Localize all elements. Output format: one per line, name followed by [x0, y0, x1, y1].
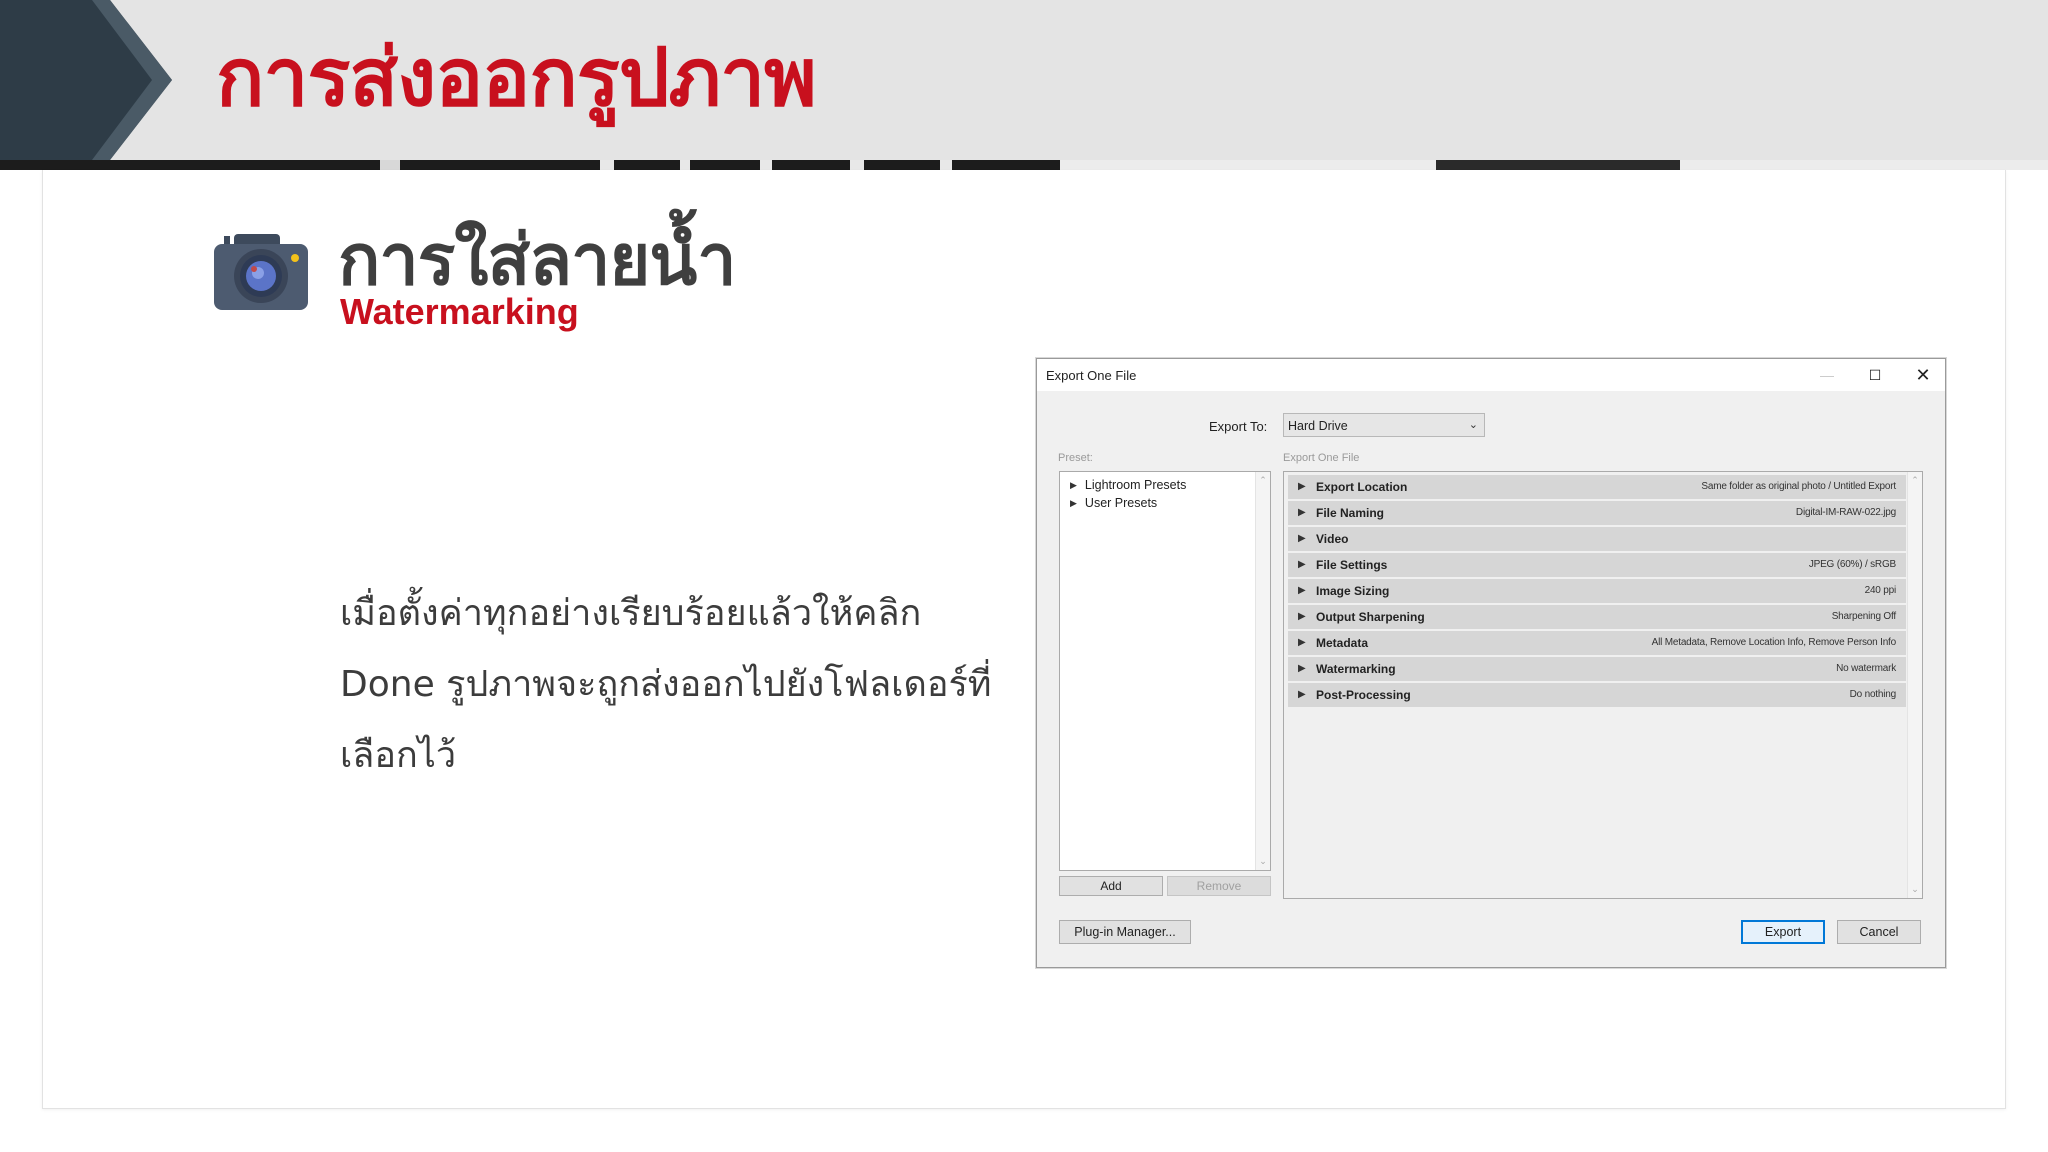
expand-triangle-icon: ▶: [1298, 689, 1306, 700]
section-name: Post-Processing: [1316, 688, 1411, 702]
header-chevron-shape: [0, 0, 172, 160]
preset-label: Preset:: [1058, 452, 1093, 464]
section-name: Output Sharpening: [1316, 610, 1425, 624]
scroll-down-icon[interactable]: ⌄: [1908, 884, 1922, 895]
export-file-label: Export One File: [1283, 452, 1360, 464]
expand-triangle-icon: ▶: [1070, 497, 1077, 508]
preset-item-lightroom[interactable]: ▶ Lightroom Presets: [1070, 478, 1186, 492]
section-post-processing[interactable]: ▶ Post-Processing Do nothing: [1288, 683, 1906, 709]
preset-item-label: Lightroom Presets: [1084, 478, 1187, 492]
sections-scrollbar[interactable]: ⌃ ⌄: [1907, 472, 1922, 898]
section-video[interactable]: ▶ Video: [1288, 527, 1906, 553]
section-summary: JPEG (60%) / sRGB: [1808, 559, 1896, 570]
section-summary: 240 ppi: [1864, 585, 1897, 596]
chevron-down-icon: ⌄: [1468, 419, 1478, 431]
slide-header: การส่งออกรูปภาพ: [0, 0, 2048, 160]
export-sections-panel: ▶ Export Location Same folder as origina…: [1283, 471, 1923, 899]
section-title: การใส่ลายน้ำ: [338, 219, 737, 301]
export-dialog: Export One File — ☐ ✕ Export To: Hard Dr…: [1036, 358, 1946, 968]
section-summary: Same folder as original photo / Untitled…: [1701, 481, 1896, 492]
add-preset-button[interactable]: Add: [1059, 876, 1163, 896]
expand-triangle-icon: ▶: [1298, 481, 1306, 492]
section-file-naming[interactable]: ▶ File Naming Digital-IM-RAW-022.jpg: [1288, 501, 1906, 527]
instruction-line: เมื่อตั้งค่าทุกอย่างเรียบร้อยแล้วให้คลิก: [340, 593, 922, 634]
preset-list[interactable]: ▶ Lightroom Presets ▶ User Presets ⌃ ⌄: [1059, 471, 1271, 871]
section-watermarking[interactable]: ▶ Watermarking No watermark: [1288, 657, 1906, 683]
expand-triangle-icon: ▶: [1298, 533, 1306, 544]
scroll-up-icon[interactable]: ⌃: [1256, 475, 1270, 486]
section-name: Metadata: [1316, 636, 1369, 650]
export-to-label: Export To:: [1209, 419, 1268, 434]
camera-icon: [214, 234, 308, 310]
instruction-text: เมื่อตั้งค่าทุกอย่างเรียบร้อยแล้วให้คลิก…: [340, 578, 992, 791]
section-summary: Digital-IM-RAW-022.jpg: [1795, 507, 1896, 518]
section-summary: No watermark: [1836, 663, 1896, 674]
section-name: Export Location: [1316, 480, 1408, 494]
section-name: Image Sizing: [1316, 584, 1390, 598]
section-summary: All Metadata, Remove Location Info, Remo…: [1651, 637, 1897, 648]
section-name: Video: [1316, 532, 1349, 546]
expand-triangle-icon: ▶: [1298, 507, 1306, 518]
dialog-title: Export One File: [1046, 368, 1137, 383]
remove-preset-button[interactable]: Remove: [1167, 876, 1271, 896]
section-file-settings[interactable]: ▶ File Settings JPEG (60%) / sRGB: [1288, 553, 1906, 579]
section-name: Watermarking: [1316, 662, 1396, 676]
preset-item-user[interactable]: ▶ User Presets: [1070, 496, 1157, 510]
section-image-sizing[interactable]: ▶ Image Sizing 240 ppi: [1288, 579, 1906, 605]
section-summary: Sharpening Off: [1831, 611, 1896, 622]
expand-triangle-icon: ▶: [1298, 611, 1306, 622]
expand-triangle-icon: ▶: [1070, 479, 1077, 490]
scroll-down-icon[interactable]: ⌄: [1256, 856, 1270, 867]
instruction-line: Done รูปภาพจะถูกส่งออกไปยังโฟลเดอร์ที่: [340, 664, 992, 705]
section-export-location[interactable]: ▶ Export Location Same folder as origina…: [1288, 475, 1906, 501]
section-metadata[interactable]: ▶ Metadata All Metadata, Remove Location…: [1288, 631, 1906, 657]
section-subtitle: Watermarking: [340, 291, 579, 332]
expand-triangle-icon: ▶: [1298, 637, 1306, 648]
maximize-button[interactable]: ☐: [1851, 359, 1899, 391]
section-name: File Settings: [1316, 558, 1388, 572]
section-output-sharpening[interactable]: ▶ Output Sharpening Sharpening Off: [1288, 605, 1906, 631]
expand-triangle-icon: ▶: [1298, 585, 1306, 596]
page-title: การส่งออกรูปภาพ: [216, 31, 817, 124]
dialog-titlebar: Export One File — ☐ ✕: [1037, 359, 1945, 391]
preset-scrollbar[interactable]: ⌃ ⌄: [1255, 472, 1270, 870]
minimize-button[interactable]: —: [1803, 359, 1851, 391]
cancel-button[interactable]: Cancel: [1837, 920, 1921, 944]
header-photo-strip: [0, 160, 2048, 170]
section-summary: Do nothing: [1849, 689, 1897, 700]
export-button[interactable]: Export: [1741, 920, 1825, 944]
instruction-line: เลือกไว้: [340, 735, 457, 776]
close-button[interactable]: ✕: [1899, 359, 1947, 391]
section-name: File Naming: [1316, 506, 1385, 520]
export-to-dropdown[interactable]: Hard Drive ⌄: [1283, 413, 1485, 437]
preset-item-label: User Presets: [1084, 496, 1158, 510]
scroll-up-icon[interactable]: ⌃: [1908, 475, 1922, 486]
expand-triangle-icon: ▶: [1298, 663, 1306, 674]
expand-triangle-icon: ▶: [1298, 559, 1306, 570]
plugin-manager-button[interactable]: Plug-in Manager...: [1059, 920, 1191, 944]
export-to-value: Hard Drive: [1288, 419, 1348, 433]
